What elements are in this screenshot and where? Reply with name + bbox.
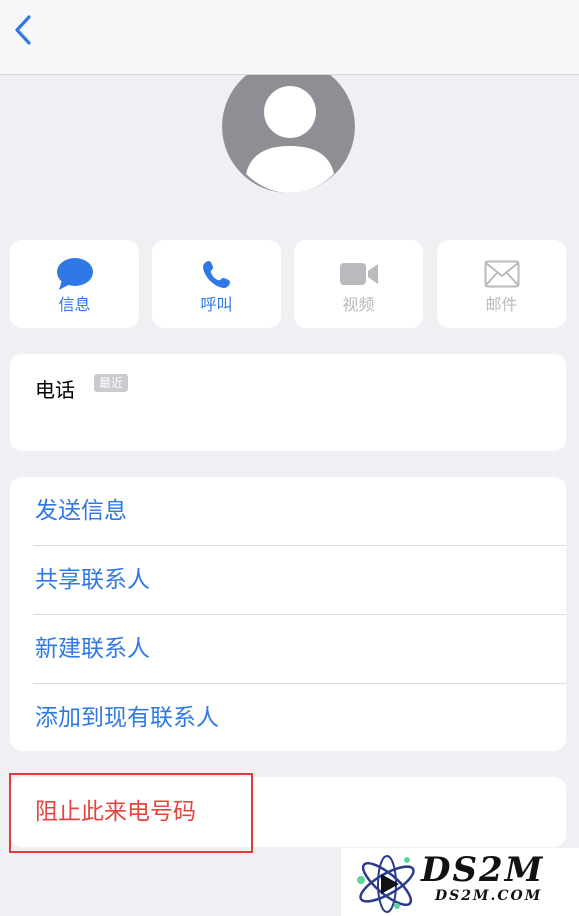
- message-action-label: 信息: [58, 295, 91, 314]
- new-contact-option[interactable]: 新建联系人: [10, 615, 566, 683]
- call-action-label: 呼叫: [200, 295, 233, 314]
- call-action-button[interactable]: 呼叫: [152, 240, 281, 328]
- options-card: 发送信息 共享联系人 新建联系人 添加到现有联系人: [10, 477, 566, 751]
- video-action-label: 视频: [342, 295, 375, 314]
- watermark-title: DS2M: [421, 850, 545, 890]
- add-to-existing-contact-option[interactable]: 添加到现有联系人: [10, 684, 566, 752]
- phone-icon: [202, 256, 232, 292]
- navigation-bar: [0, 0, 579, 75]
- block-card: 阻止此来电号码: [10, 777, 566, 847]
- share-contact-option[interactable]: 共享联系人: [10, 546, 566, 614]
- send-message-option[interactable]: 发送信息: [10, 477, 566, 545]
- message-bubble-icon: [56, 256, 94, 292]
- message-action-button[interactable]: 信息: [10, 240, 139, 328]
- watermark-subtitle: DS2M.COM: [435, 888, 543, 904]
- envelope-icon: [484, 256, 520, 292]
- video-camera-icon: [339, 256, 379, 292]
- person-icon: [222, 60, 355, 193]
- video-action-button[interactable]: 视频: [294, 240, 423, 328]
- mail-action-label: 邮件: [485, 295, 518, 314]
- chevron-left-icon: [15, 15, 31, 45]
- watermark: DS2M DS2M.COM: [341, 848, 579, 916]
- phone-section-title: 电话: [35, 378, 75, 402]
- atom-logo-icon: [357, 855, 415, 913]
- contact-avatar: [222, 60, 355, 193]
- back-button[interactable]: [8, 12, 38, 48]
- recent-badge: 最近: [94, 374, 129, 392]
- phone-card[interactable]: 电话 最近: [10, 354, 566, 451]
- mail-action-button[interactable]: 邮件: [437, 240, 566, 328]
- block-caller-option[interactable]: 阻止此来电号码: [35, 777, 196, 847]
